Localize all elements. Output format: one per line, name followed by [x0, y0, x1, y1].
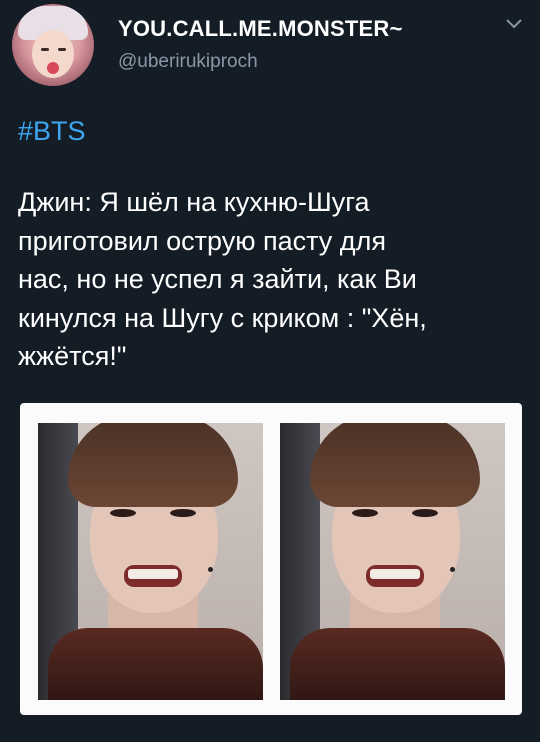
- hashtag-link[interactable]: #BTS: [18, 116, 86, 147]
- photo-eye: [110, 509, 136, 517]
- avatar-tongue: [47, 62, 59, 74]
- photo-eye: [170, 509, 196, 517]
- tweet-text-line: Джин: Я шёл на кухню-Шуга: [18, 187, 370, 217]
- avatar-eye: [41, 48, 49, 51]
- avatar[interactable]: [12, 4, 94, 86]
- photo-hair: [310, 423, 480, 507]
- photo-earring: [450, 567, 455, 572]
- photo-eye: [412, 509, 438, 517]
- photo-eye: [352, 509, 378, 517]
- display-name[interactable]: YOU.CALL.ME.MONSTER~: [118, 16, 403, 42]
- photo-teeth: [128, 569, 178, 579]
- chevron-down-icon[interactable]: [505, 17, 523, 31]
- photo-right[interactable]: [280, 423, 505, 700]
- photo-jacket: [290, 628, 505, 700]
- photo-left[interactable]: [38, 423, 263, 700]
- photo-teeth: [370, 569, 420, 579]
- photo-jacket: [48, 628, 263, 700]
- media-card[interactable]: [20, 403, 522, 715]
- tweet-text-line: жжётся!": [18, 341, 127, 371]
- tweet-header: YOU.CALL.ME.MONSTER~ @uberirukiproch: [0, 0, 540, 90]
- tweet-text-line: приготовил острую пасту для: [18, 225, 386, 256]
- tweet-text-line: кинулся на Шугу с криком : "Хён,: [18, 302, 427, 333]
- avatar-eye: [58, 48, 66, 51]
- tweet-text: Джин: Я шёл на кухню-Шуга приготовил ост…: [18, 183, 528, 376]
- photo-earring: [208, 567, 213, 572]
- user-handle[interactable]: @uberirukiproch: [118, 51, 258, 73]
- photo-hair: [68, 423, 238, 507]
- tweet-text-line: нас, но не успел я зайти, как Ви: [18, 264, 417, 294]
